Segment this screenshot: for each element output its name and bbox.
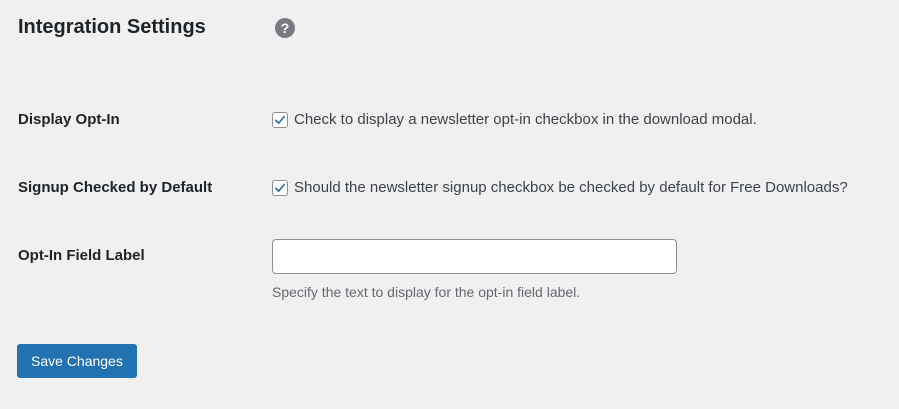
display-opt-in-checkbox[interactable] — [272, 112, 288, 128]
display-opt-in-description: Check to display a newsletter opt-in che… — [294, 111, 757, 128]
signup-checked-by-default-description: Should the newsletter signup checkbox be… — [294, 179, 848, 196]
opt-in-field-label-label: Opt-In Field Label — [18, 247, 145, 264]
signup-checked-by-default-checkbox[interactable] — [272, 180, 288, 196]
checkmark-icon — [274, 183, 286, 192]
signup-checked-by-default-label: Signup Checked by Default — [18, 179, 213, 196]
display-opt-in-label: Display Opt-In — [18, 111, 120, 128]
checkmark-icon — [274, 115, 286, 124]
signup-checked-by-default-field: Should the newsletter signup checkbox be… — [272, 178, 848, 198]
settings-page: Integration Settings ? Display Opt-In Ch… — [0, 0, 899, 409]
opt-in-field-label-input[interactable] — [272, 239, 677, 274]
display-opt-in-field: Check to display a newsletter opt-in che… — [272, 110, 757, 130]
section-title: Integration Settings — [18, 16, 206, 38]
question-mark-circle-icon[interactable]: ? — [275, 18, 295, 38]
save-changes-button[interactable]: Save Changes — [17, 344, 137, 378]
opt-in-field-label-description: Specify the text to display for the opt-… — [272, 284, 581, 300]
